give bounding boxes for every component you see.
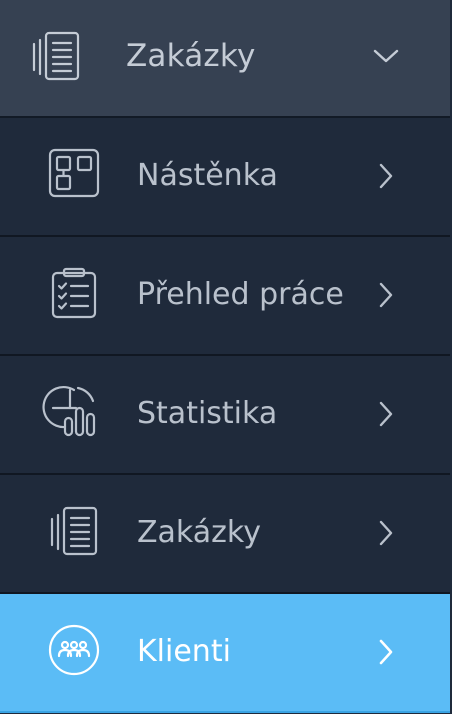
menu-item-label: Klienti bbox=[137, 634, 231, 669]
chevron-right-icon bbox=[372, 519, 400, 547]
section-header-label: Zakázky bbox=[126, 38, 256, 74]
menu-item-label: Statistika bbox=[137, 396, 278, 431]
dashboard-icon bbox=[48, 148, 102, 202]
menu-item-label: Zakázky bbox=[137, 515, 261, 550]
menu-item-klienti[interactable]: Klienti bbox=[0, 594, 450, 713]
chevron-right-icon bbox=[372, 638, 400, 666]
pie-bar-chart-icon bbox=[42, 385, 102, 440]
document-list-icon bbox=[48, 505, 102, 559]
menu-item-nastenka[interactable]: Nástěnka bbox=[0, 118, 450, 237]
menu-item-statistika[interactable]: Statistika bbox=[0, 356, 450, 475]
chevron-right-icon bbox=[372, 281, 400, 309]
menu-item-prehled-prace[interactable]: Přehled práce bbox=[0, 237, 450, 356]
clients-group-icon bbox=[48, 624, 102, 678]
menu-item-label: Přehled práce bbox=[137, 277, 344, 312]
chevron-right-icon bbox=[372, 400, 400, 428]
section-header-zakazky[interactable]: Zakázky bbox=[0, 0, 450, 118]
document-list-icon bbox=[30, 30, 84, 84]
chevron-right-icon bbox=[372, 162, 400, 190]
sidebar-menu: Zakázky Nástěnka Přehled práce Statistik… bbox=[0, 0, 452, 714]
chevron-down-icon[interactable] bbox=[372, 42, 400, 70]
clipboard-checklist-icon bbox=[48, 267, 102, 321]
menu-item-label: Nástěnka bbox=[137, 158, 278, 193]
menu-item-zakazky[interactable]: Zakázky bbox=[0, 475, 450, 594]
